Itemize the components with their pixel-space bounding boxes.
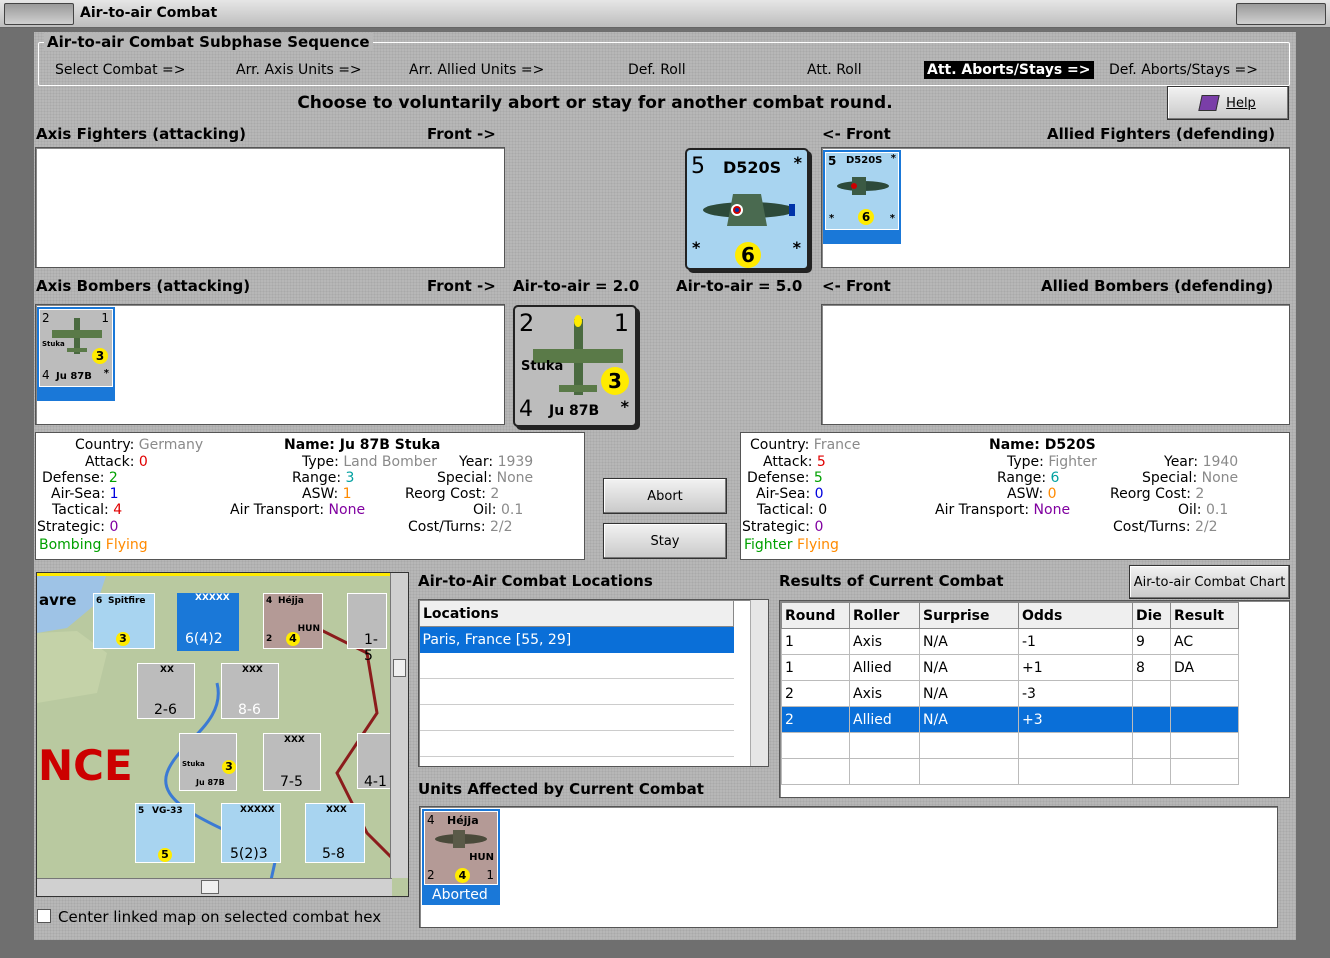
result-row-selected[interactable]: 2 Allied N/A +3 — [781, 706, 1239, 733]
hejja-plane-icon — [435, 830, 487, 848]
map-city-label: avre — [39, 591, 77, 609]
axis-a2a-value: Air-to-air = 2.0 — [513, 277, 640, 295]
system-menu-button[interactable] — [4, 3, 74, 25]
counter-defense-badge: 6 — [735, 242, 761, 268]
instruction-text: Choose to voluntarily abort or stay for … — [297, 93, 893, 113]
map-unit-corps-b[interactable]: XXX 8-6 — [221, 663, 279, 719]
d520s-plane-icon — [703, 194, 795, 226]
map-unit-spitfire[interactable]: 6 Spitfire 3 — [93, 593, 155, 649]
map-unit-corps-c[interactable]: XXX 7-5 — [263, 733, 321, 791]
affected-units-panel[interactable]: 4 Héjja HUN 2 4 1 Aborted — [419, 806, 1278, 928]
counter-name: D520S — [723, 158, 782, 177]
allied-fighter-counter-small[interactable]: 5 D520S * 6 * * — [823, 150, 901, 244]
counter-label: Stuka — [521, 359, 564, 374]
seq-step-arr-axis: Arr. Axis Units => — [236, 62, 362, 78]
axis-fighters-front-label: Front -> — [427, 125, 496, 143]
selected-axis-counter[interactable]: 2 1 Stuka 3 4 Ju 87B * — [513, 305, 637, 427]
results-panel[interactable]: Round Roller Surprise Odds Die Result 1A… — [779, 600, 1290, 798]
results-title: Results of Current Combat — [779, 572, 1004, 590]
seq-step-arr-allied: Arr. Allied Units => — [409, 62, 545, 78]
col-round: Round — [781, 602, 850, 629]
map-region-label: NCE — [38, 741, 133, 790]
axis-bombers-front-label: Front -> — [427, 277, 496, 295]
locations-list[interactable]: Locations Paris, France [55, 29] — [418, 599, 769, 767]
col-result: Result — [1170, 602, 1239, 629]
locations-table: Locations Paris, France [55, 29] — [419, 600, 734, 757]
allied-fighters-front-label: <- Front — [822, 125, 891, 143]
axis-fighters-panel[interactable] — [35, 147, 505, 268]
sequence-title: Air-to-air Combat Subphase Sequence — [44, 33, 373, 51]
seq-step-att-roll: Att. Roll — [807, 62, 862, 78]
map-horizontal-scrollbar[interactable] — [37, 878, 392, 896]
allied-a2a-value: Air-to-air = 5.0 — [676, 277, 803, 295]
abort-button[interactable]: Abort — [603, 478, 727, 514]
locations-header: Locations — [419, 600, 734, 627]
allied-bombers-front-label: <- Front — [822, 277, 891, 295]
counter-name: Ju 87B — [549, 403, 600, 419]
map-unit-allied-corps[interactable]: XXX 5-8 — [305, 803, 365, 863]
axis-bombers-label: Axis Bombers (attacking) — [36, 277, 251, 295]
affected-unit-counter[interactable]: 4 Héjja HUN 2 4 1 Aborted — [422, 809, 500, 905]
title-bar: Air-to-air Combat — [0, 0, 1330, 28]
result-row[interactable]: 2 Axis N/A -3 — [781, 680, 1239, 707]
allied-fighters-label: Allied Fighters (defending) — [1047, 125, 1276, 143]
seq-step-def-aborts: Def. Aborts/Stays => — [1109, 62, 1258, 78]
axis-bombers-panel[interactable]: 2 1 Stuka 3 4 Ju 87B * — [35, 304, 505, 425]
locations-title: Air-to-Air Combat Locations — [418, 572, 653, 590]
locations-scrollbar[interactable] — [750, 600, 768, 766]
axis-fighters-label: Axis Fighters (attacking) — [36, 125, 246, 143]
axis-unit-info: Country: Germany Attack: 0 Defense: 2 Ai… — [35, 432, 585, 560]
a2a-combat-chart-button[interactable]: Air-to-air Combat Chart — [1129, 565, 1290, 599]
result-row[interactable]: 1 Axis N/A -1 9 AC — [781, 628, 1239, 655]
map-hscroll-thumb[interactable] — [201, 880, 219, 894]
allied-bombers-panel[interactable] — [821, 304, 1290, 425]
counter-name: D520S — [846, 155, 883, 166]
col-die: Die — [1132, 602, 1171, 629]
map-unit-allied-army[interactable]: XXXXX 5(2)3 — [221, 803, 281, 863]
counter-attack: 5 — [691, 154, 705, 179]
seq-step-att-aborts: Att. Aborts/Stays => — [924, 61, 1094, 79]
map-unit-stuka[interactable]: Stuka 3 Ju 87B — [179, 733, 237, 791]
help-book-icon — [1198, 95, 1220, 111]
center-map-label: Center linked map on selected combat hex — [58, 908, 382, 926]
window-controls[interactable] — [1236, 3, 1326, 25]
help-button[interactable]: Help — [1167, 86, 1289, 120]
map-unit-army-group[interactable]: XXXXX 6(4)2 — [177, 593, 239, 651]
map-unit-corps-e[interactable]: 4-1 — [357, 733, 391, 790]
d520s-plane-icon — [837, 177, 889, 195]
window-title: Air-to-air Combat — [80, 5, 218, 21]
col-roller: Roller — [849, 602, 920, 629]
counter-defense-badge: 6 — [858, 209, 874, 225]
selected-allied-counter[interactable]: 5 D520S * * * 6 — [685, 148, 809, 270]
affected-title: Units Affected by Current Combat — [418, 780, 704, 798]
map-vertical-scrollbar[interactable] — [390, 573, 408, 878]
linked-map[interactable]: avre NCE 6 Spitfire 3 XXXXX 6(4)2 4 Héjja … — [36, 572, 409, 897]
allied-unit-info: Country: France Attack: 5 Defense: 5 Air… — [740, 432, 1290, 560]
map-unit-hejja[interactable]: 4 Héjja HUN 2 4 — [263, 593, 323, 649]
col-surprise: Surprise — [919, 602, 1019, 629]
map-vscroll-thumb[interactable] — [393, 659, 406, 677]
seq-step-select-combat: Select Combat => — [55, 62, 186, 78]
seq-step-def-roll: Def. Roll — [628, 62, 686, 78]
results-table: Round Roller Surprise Odds Die Result 1A… — [781, 602, 1239, 785]
result-row[interactable]: 1 Allied N/A +1 8 DA — [781, 654, 1239, 681]
map-unit-corps-a[interactable]: XX 2-6 — [137, 663, 195, 719]
map-unit-corps-d[interactable]: 1-5 — [347, 593, 387, 664]
stay-button[interactable]: Stay — [603, 523, 727, 559]
map-unit-vg33[interactable]: 5 VG-33 5 — [135, 803, 195, 863]
allied-fighters-panel[interactable]: 5 D520S * 6 * * — [821, 147, 1290, 268]
center-map-checkbox[interactable] — [37, 909, 51, 923]
axis-bomber-counter-small[interactable]: 2 1 Stuka 3 4 Ju 87B * — [37, 307, 115, 401]
location-row[interactable]: Paris, France [55, 29] — [419, 626, 734, 653]
allied-bombers-label: Allied Bombers (defending) — [1041, 277, 1274, 295]
col-odds: Odds — [1018, 602, 1133, 629]
affected-status: Aborted — [432, 887, 488, 903]
counter-attack: 5 — [828, 154, 837, 168]
